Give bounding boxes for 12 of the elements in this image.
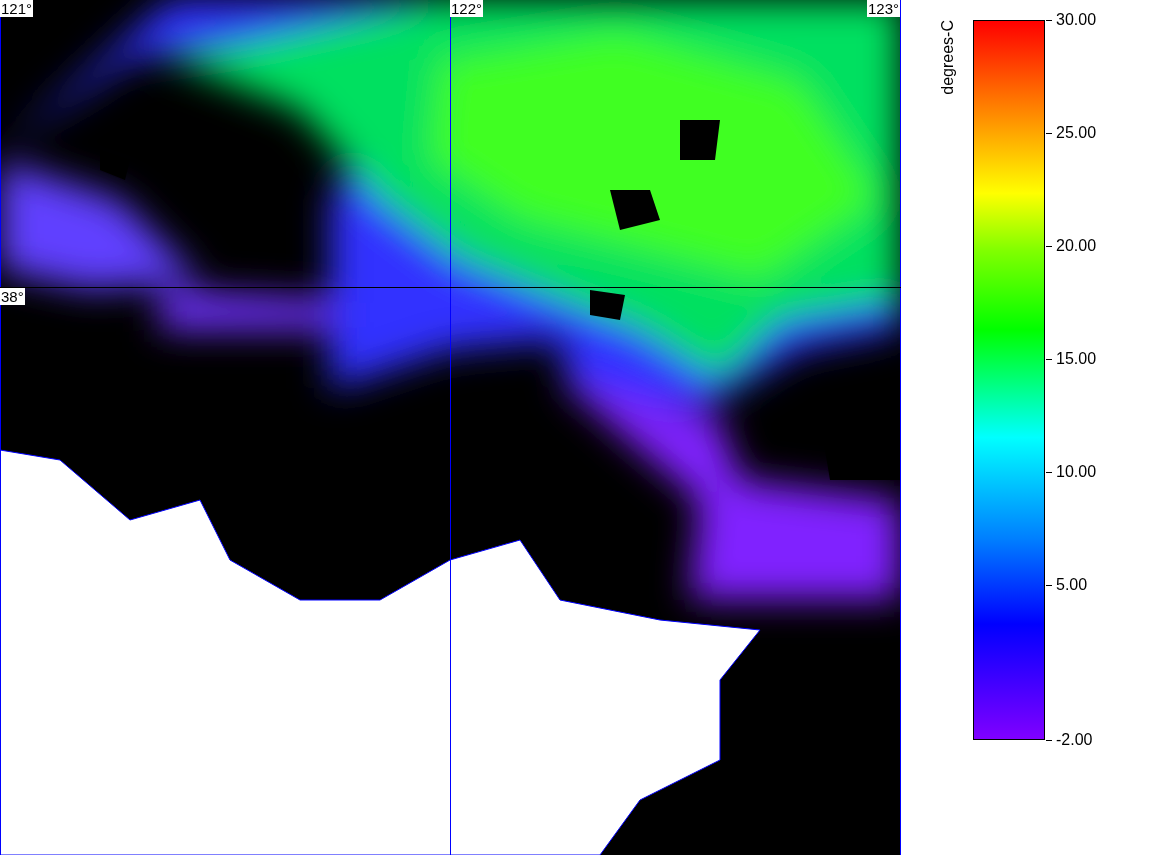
colorbar-tick-label: 15.00 xyxy=(1046,350,1097,368)
colorbar-tick-label: 25.00 xyxy=(1046,124,1097,142)
longitude-label: 123° xyxy=(866,0,900,17)
longitude-label: 121° xyxy=(0,0,34,17)
colorbar-title: degrees-C xyxy=(939,20,957,95)
colorbar-tick-label: -2.00 xyxy=(1046,731,1093,749)
latitude-label: 38° xyxy=(0,288,25,305)
colorbar-tick-label: 5.00 xyxy=(1046,576,1088,594)
longitude-label: 122° xyxy=(450,0,484,17)
colorbar-tick-label: 10.00 xyxy=(1046,463,1097,481)
colorbar-tick-label: 30.00 xyxy=(1046,11,1097,29)
colorbar-tick-label: 20.00 xyxy=(1046,237,1097,255)
